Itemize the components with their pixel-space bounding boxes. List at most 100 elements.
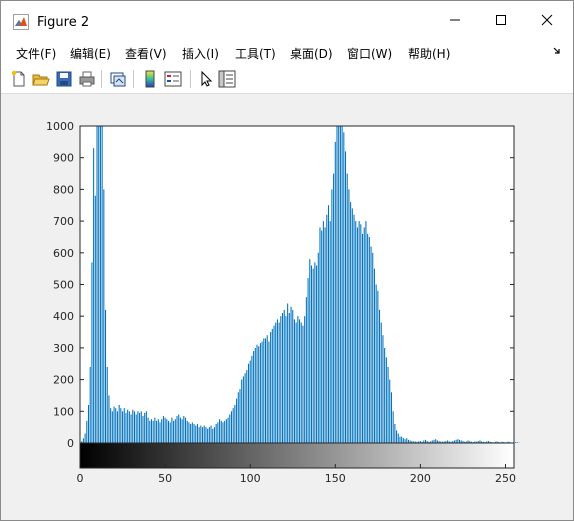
histogram-bar [280, 316, 282, 443]
y-tick-label: 800 [53, 183, 74, 196]
histogram-bar [334, 141, 336, 443]
histogram-bar [380, 322, 382, 443]
y-tick-label: 100 [53, 405, 74, 418]
histogram-bar [144, 412, 146, 443]
x-tick-label: 50 [158, 472, 172, 485]
histogram-bar [319, 227, 321, 443]
y-tick-label: 500 [53, 279, 74, 292]
histogram-bar [103, 189, 105, 443]
histogram-bar [208, 427, 210, 443]
histogram-bar [370, 246, 372, 443]
y-tick-label: 400 [53, 310, 74, 323]
histogram-bar [379, 309, 381, 443]
y-tick-label: 0 [67, 437, 74, 450]
histogram-bar [215, 423, 217, 443]
histogram-bar [101, 126, 103, 443]
histogram-bar [341, 126, 343, 443]
histogram-bar [213, 427, 215, 443]
histogram-bar [283, 309, 285, 443]
histogram-bar [258, 346, 260, 443]
figure-canvas[interactable]: 0 100 200 300 400 500 600 700 800 900 1000 0 50 100 1… [1, 1, 573, 520]
histogram-bar [276, 319, 278, 443]
histogram-bar [94, 195, 96, 443]
histogram-bar [339, 126, 341, 443]
histogram-bar [382, 335, 384, 443]
histogram-bar [271, 328, 273, 443]
histogram-bar [263, 338, 265, 443]
histogram-bar [239, 389, 241, 443]
histogram-bar [230, 411, 233, 443]
histogram-bar [309, 259, 311, 443]
histogram-bar [157, 419, 159, 443]
histogram-bar [219, 419, 221, 443]
histogram-bar [285, 316, 287, 443]
histogram-bar [314, 262, 316, 443]
histogram-bar [99, 126, 101, 443]
histogram-bar [368, 236, 370, 443]
histogram-bar [273, 325, 275, 443]
histogram-bar [360, 224, 362, 443]
histogram-bar [225, 419, 227, 443]
histogram-bar [242, 376, 244, 443]
histogram-bar [145, 411, 147, 443]
histogram-bar [191, 422, 193, 443]
histogram-bar [327, 205, 330, 443]
histogram-bar [348, 189, 350, 443]
histogram-bar [249, 360, 251, 443]
histogram-bar [116, 411, 118, 443]
histogram-bar [312, 268, 314, 443]
histogram-bar [310, 265, 312, 443]
histogram-bar [229, 414, 231, 443]
histogram-bar [173, 420, 175, 443]
histogram-bar [292, 309, 294, 443]
histogram-bar [120, 408, 122, 443]
histogram-bar [336, 126, 338, 443]
histogram-bar [210, 425, 212, 443]
y-tick-label: 600 [53, 247, 74, 260]
histogram-bar [135, 414, 137, 443]
histogram-bar [93, 148, 95, 443]
histogram-bar [264, 338, 267, 443]
histogram-bar [321, 230, 323, 443]
histogram-bar [338, 126, 340, 443]
histogram-bar [122, 411, 124, 443]
histogram-bar [302, 325, 304, 443]
histogram-bar [275, 322, 277, 443]
histogram-bar [344, 151, 347, 444]
histogram-bar [166, 419, 168, 443]
histogram-bar [82, 438, 84, 443]
histogram-bar [222, 422, 224, 443]
histogram-bar [304, 316, 306, 443]
plot-area [80, 126, 514, 443]
histogram-bar [244, 373, 246, 443]
histogram-bar [392, 411, 394, 443]
grayscale-colorbar [80, 443, 514, 468]
histogram-bar [142, 416, 144, 443]
x-tick-label: 0 [77, 472, 84, 485]
histogram-bar [390, 392, 392, 443]
histogram-bar [227, 417, 229, 443]
histogram-bar [268, 341, 270, 443]
histogram-bar [125, 412, 127, 443]
x-tick-label: 250 [495, 472, 516, 485]
histogram-bar [176, 416, 178, 443]
histogram-bar [343, 132, 345, 443]
histogram-bar [401, 436, 403, 443]
histogram-bar [115, 408, 117, 443]
histogram-bar [106, 366, 108, 443]
histogram-bar [237, 392, 239, 443]
histogram-bar [178, 414, 180, 443]
histogram-bar [174, 419, 176, 443]
histogram-bar [406, 438, 408, 443]
histogram-bar [396, 430, 398, 443]
histogram-bar [290, 306, 292, 443]
histogram-bar [300, 322, 302, 443]
histogram-bar [515, 442, 517, 443]
histogram-bar [150, 419, 153, 443]
histogram-bar [169, 422, 171, 443]
histogram-bar [193, 423, 195, 443]
histogram-bar [133, 411, 135, 443]
histogram-bar [305, 297, 307, 443]
histogram-bar [234, 404, 236, 443]
histogram-bar [184, 417, 187, 443]
